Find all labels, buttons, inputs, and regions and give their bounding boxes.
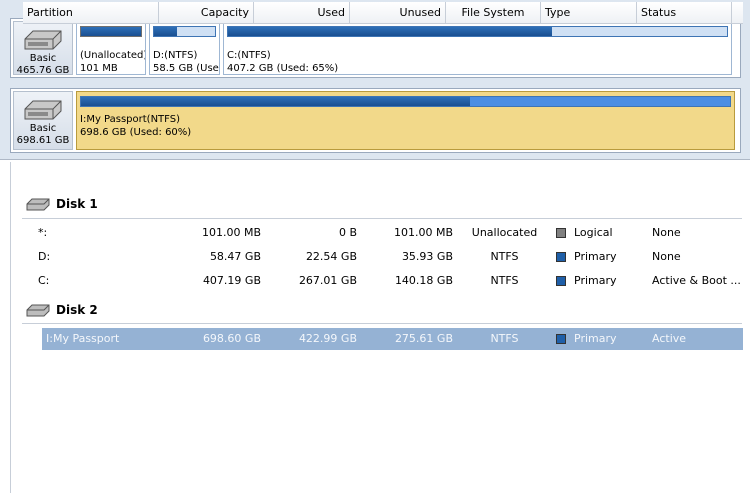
cell-type: Primary [552, 328, 648, 350]
column-header-unused[interactable]: Unused [350, 2, 446, 24]
usage-bar [80, 26, 142, 37]
cell-file-system: Unallocated [471, 226, 538, 239]
cell-type: Primary [552, 246, 648, 268]
cell-capacity: 58.47 GB [209, 250, 261, 263]
disk2-size: 698.61 GB [16, 135, 70, 146]
partition-type-swatch-icon [556, 252, 566, 262]
usage-fill [81, 27, 141, 36]
partition-name: (Unallocated) [80, 50, 146, 61]
cell-capacity: 407.19 GB [202, 274, 261, 287]
cell-partition: I:My Passport [46, 332, 120, 345]
hard-disk-icon [26, 304, 50, 317]
partition-name: D:(NTFS) [153, 50, 198, 61]
cell-used: 22.54 GB [305, 250, 357, 263]
cell-file-system: NTFS [490, 250, 519, 263]
partition-block-my-passport[interactable]: I:My Passport(NTFS) 698.6 GB (Used: 60%) [76, 91, 735, 150]
cell-unused: 101.00 MB [393, 226, 453, 239]
type-label: Primary [574, 332, 617, 345]
column-header-bar: Partition Capacity Used Unused File Syst… [23, 2, 743, 24]
table-row[interactable]: *: 101.00 MB 0 B 101.00 MB Unallocated L… [34, 222, 743, 244]
cell-capacity: 101.00 MB [201, 226, 261, 239]
cell-partition: C: [38, 274, 50, 287]
partition-name: I:My Passport(NTFS) [80, 114, 180, 125]
group-divider [22, 218, 742, 219]
type-label: Primary [574, 274, 617, 287]
column-header-type[interactable]: Type [541, 2, 637, 24]
partition-block-d[interactable]: D:(NTFS) 58.5 GB (Used: [149, 21, 220, 75]
disk2-group-header[interactable]: Disk 2 [26, 303, 98, 317]
cell-status: Active [652, 332, 687, 345]
column-header-used[interactable]: Used [254, 2, 350, 24]
partition-block-unallocated[interactable]: (Unallocated) 101 MB [76, 21, 146, 75]
disk2-label[interactable]: Basic 698.61 GB [13, 91, 73, 150]
table-row[interactable]: D: 58.47 GB 22.54 GB 35.93 GB NTFS Prima… [34, 246, 743, 268]
partition-detail: 101 MB [80, 63, 118, 74]
partition-block-c[interactable]: C:(NTFS) 407.2 GB (Used: 65%) [223, 21, 732, 75]
cell-used: 422.99 GB [298, 332, 357, 345]
cell-type: Primary [552, 270, 648, 292]
hard-disk-icon [24, 100, 62, 120]
cell-status: None [652, 250, 681, 263]
usage-bar [227, 26, 728, 37]
cell-file-system: NTFS [490, 332, 519, 345]
disk1-basic-label: Basic [29, 53, 57, 64]
usage-bar [80, 96, 731, 107]
cell-partition: D: [38, 250, 51, 263]
column-header-status[interactable]: Status [637, 2, 732, 24]
cell-partition: *: [38, 226, 48, 239]
cell-unused: 275.61 GB [394, 332, 453, 345]
partition-detail: 407.2 GB (Used: 65%) [227, 63, 339, 74]
table-row[interactable]: C: 407.19 GB 267.01 GB 140.18 GB NTFS Pr… [34, 270, 743, 292]
hard-disk-icon [24, 30, 62, 50]
usage-fill [228, 27, 553, 36]
disk-map-panel: Basic 465.76 GB (Unallocated) 101 MB D:(… [0, 0, 750, 160]
partition-type-swatch-icon [556, 276, 566, 286]
partition-type-swatch-icon [556, 228, 566, 238]
type-label: Primary [574, 250, 617, 263]
usage-fill [81, 97, 471, 106]
usage-bar [153, 26, 216, 37]
column-header-partition[interactable]: Partition [23, 2, 159, 24]
disk1-size: 465.76 GB [16, 65, 70, 76]
disk1-group-header[interactable]: Disk 1 [26, 197, 98, 211]
cell-used: 267.01 GB [298, 274, 357, 287]
table-row-selected[interactable]: I:My Passport 698.60 GB 422.99 GB 275.61… [42, 328, 743, 350]
usage-fill [154, 27, 178, 36]
cell-unused: 140.18 GB [394, 274, 453, 287]
disk2-group-title: Disk 2 [56, 303, 98, 317]
partition-name: C:(NTFS) [227, 50, 271, 61]
partition-type-swatch-icon [556, 334, 566, 344]
cell-type: Logical [552, 222, 648, 244]
disk2-basic-label: Basic [29, 123, 57, 134]
column-header-capacity[interactable]: Capacity [159, 2, 254, 24]
group-divider [22, 323, 742, 324]
type-label: Logical [574, 226, 613, 239]
cell-status: Active & Boot ... [652, 274, 741, 287]
cell-file-system: NTFS [490, 274, 519, 287]
disk1-label[interactable]: Basic 465.76 GB [13, 21, 73, 76]
cell-used: 0 B [338, 226, 357, 239]
disk1-group-title: Disk 1 [56, 197, 98, 211]
cell-unused: 35.93 GB [401, 250, 453, 263]
hard-disk-icon [26, 198, 50, 211]
disk2-map-row[interactable]: Basic 698.61 GB I:My Passport(NTFS) 698.… [10, 88, 741, 153]
cell-status: None [652, 226, 681, 239]
disk1-map-row[interactable]: Basic 465.76 GB (Unallocated) 101 MB D:(… [10, 18, 741, 78]
partition-detail: 698.6 GB (Used: 60%) [80, 127, 192, 138]
partition-detail: 58.5 GB (Used: [153, 63, 219, 74]
cell-capacity: 698.60 GB [202, 332, 261, 345]
column-header-file-system[interactable]: File System [446, 2, 541, 24]
